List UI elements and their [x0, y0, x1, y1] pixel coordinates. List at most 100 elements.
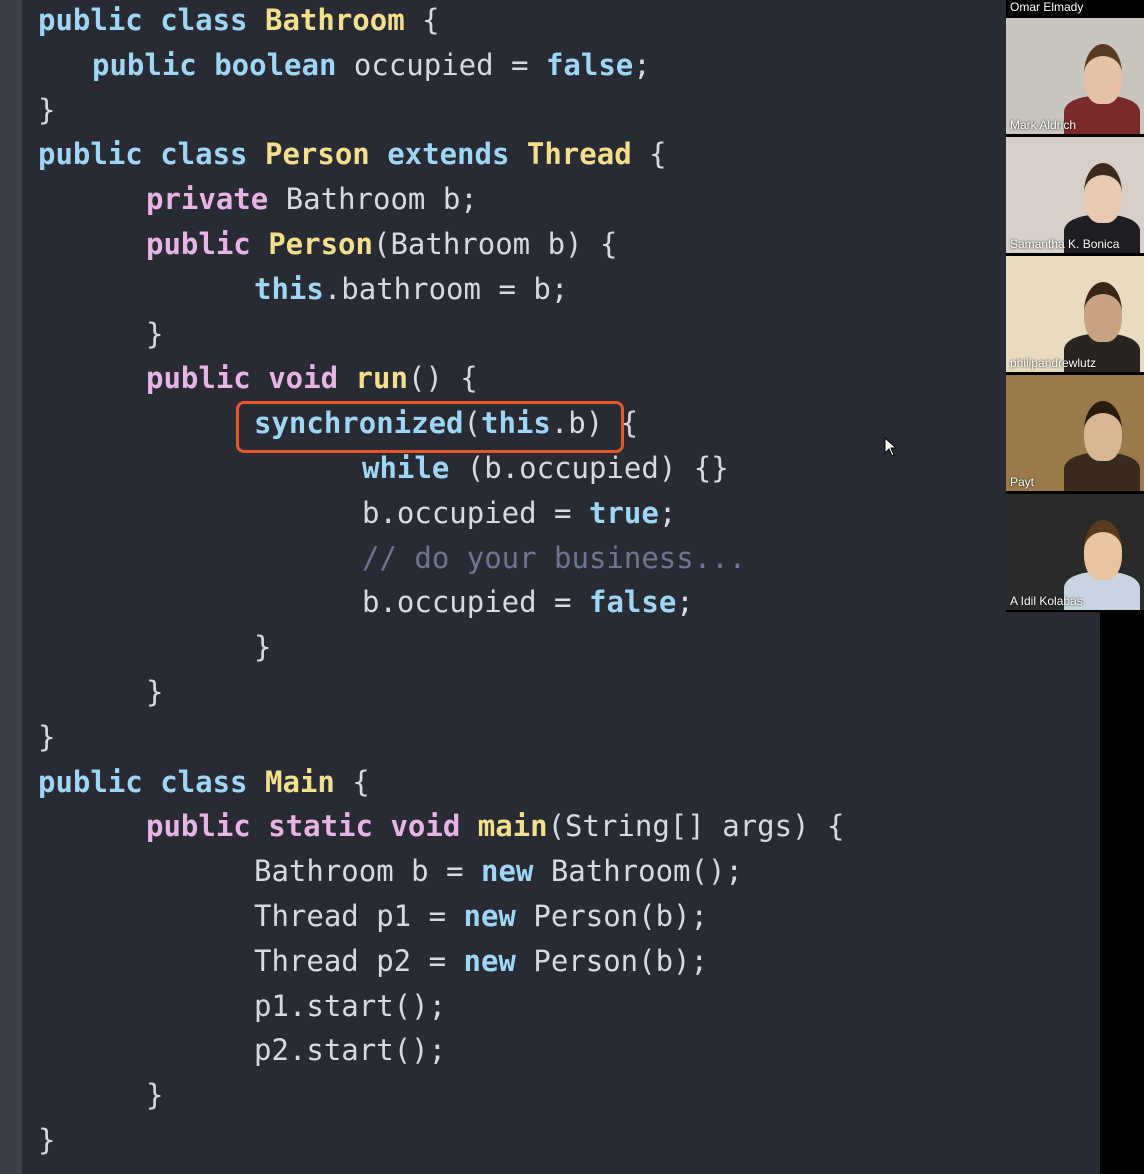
code-line: b.occupied = false;	[362, 582, 694, 622]
code-token: false	[545, 47, 634, 82]
code-token: new	[463, 899, 534, 933]
code-token: public	[146, 227, 269, 261]
participant-name-top: Omar Elmady	[1010, 0, 1084, 14]
code-line: }	[38, 1120, 55, 1160]
code-token: () {	[407, 361, 478, 396]
code-line: public class Person extends Thread {	[38, 134, 667, 174]
code-token: public	[38, 137, 161, 172]
code-token: b.occupied =	[362, 585, 589, 620]
code-token: Bathroom	[264, 3, 405, 37]
code-token: boolean	[214, 47, 354, 82]
code-token: Person	[268, 227, 373, 261]
code-token: void	[268, 361, 356, 396]
code-token: ;	[676, 585, 694, 620]
participant-name-label: Mark Aldrich	[1010, 118, 1077, 132]
code-line: public Person(Bathroom b) {	[146, 224, 617, 264]
code-token: run	[355, 361, 408, 396]
code-token: ;	[658, 495, 677, 530]
code-token: public	[146, 809, 269, 844]
code-token: this	[254, 271, 324, 306]
code-token: while	[362, 451, 467, 485]
code-token: public	[38, 764, 161, 799]
code-token: Thread	[526, 137, 632, 172]
participant-name-label: A Idil Kolabas	[1010, 594, 1083, 608]
code-token: new	[480, 854, 551, 889]
code-line: Bathroom b = new Bathroom();	[254, 851, 743, 891]
participant-video-tile[interactable]: Mark Aldrich	[1006, 18, 1144, 134]
code-token: }	[38, 92, 56, 127]
code-line: b.occupied = true;	[362, 493, 676, 533]
code-token: (Bathroom b) {	[372, 227, 618, 261]
participant-name-label: Payt	[1010, 475, 1035, 489]
code-line: public static void main(String[] args) {	[146, 806, 844, 846]
code-line: while (b.occupied) {}	[362, 448, 729, 488]
code-line: public boolean occupied = false;	[92, 45, 651, 85]
code-line: }	[146, 672, 163, 712]
code-token: Main	[264, 764, 335, 799]
code-token: (b.occupied) {}	[466, 451, 729, 485]
code-token: class	[160, 137, 265, 172]
code-token: occupied =	[353, 47, 546, 82]
code-token: ;	[633, 47, 651, 82]
code-token: public	[92, 47, 215, 82]
code-token: b.occupied =	[362, 495, 589, 530]
participant-video-face	[1084, 520, 1122, 580]
code-token: }	[146, 316, 164, 351]
code-token: class	[160, 764, 265, 799]
code-token: (String[] args) {	[547, 809, 845, 844]
participant-video-tile[interactable]: Payt	[1006, 375, 1144, 491]
code-token: p2.start();	[254, 1033, 447, 1068]
code-line: }	[146, 314, 163, 354]
code-token: void	[390, 809, 478, 844]
code-token: static	[268, 809, 391, 844]
code-token: public	[146, 361, 269, 396]
code-line: // do your business...	[362, 538, 746, 578]
code-token: .bathroom = b;	[323, 271, 569, 306]
code-token: {	[334, 764, 370, 799]
code-token: {	[631, 137, 667, 172]
code-line: Thread p1 = new Person(b);	[254, 896, 708, 936]
code-token: Thread p1 =	[254, 899, 464, 933]
code-line: this.bathroom = b;	[254, 269, 568, 309]
left-window-edge	[0, 0, 22, 1174]
code-token: // do your business...	[362, 540, 747, 575]
participant-video-tile[interactable]: philipandrewlutz	[1006, 256, 1144, 372]
code-line: }	[254, 627, 271, 667]
code-token: extends	[387, 137, 527, 172]
code-token: Bathroom();	[550, 854, 743, 889]
code-token: }	[38, 719, 56, 754]
code-token: true	[588, 495, 659, 530]
code-line: p1.start();	[254, 986, 446, 1026]
code-line: }	[38, 90, 55, 130]
code-token: Person(b);	[533, 943, 708, 978]
participant-video-face	[1084, 163, 1122, 223]
code-token: private	[146, 182, 286, 217]
code-token: main	[477, 809, 548, 844]
code-line: Thread p2 = new Person(b);	[254, 941, 708, 981]
code-token: false	[588, 585, 677, 620]
code-token: Person	[264, 137, 388, 172]
participant-video-face	[1084, 44, 1122, 104]
code-token: }	[254, 630, 272, 665]
code-line: private Bathroom b;	[146, 179, 478, 219]
participant-name-label: Samantha K. Bonica	[1010, 237, 1120, 251]
code-token: }	[146, 1078, 164, 1113]
participant-video-tile[interactable]: A Idil Kolabas	[1006, 494, 1144, 610]
code-line: public void run() {	[146, 358, 478, 398]
code-token: class	[160, 3, 265, 37]
mouse-cursor-icon	[884, 437, 898, 457]
code-token: Thread p2 =	[254, 943, 464, 978]
code-token: new	[463, 943, 534, 978]
code-line: public class Main {	[38, 762, 370, 802]
code-token: p1.start();	[254, 988, 447, 1023]
code-token: public	[38, 3, 161, 37]
participant-video-tile[interactable]: Samantha K. Bonica	[1006, 137, 1144, 253]
participant-video-face	[1084, 401, 1122, 461]
code-token: }	[146, 675, 164, 709]
synchronized-highlight-box	[236, 401, 624, 453]
code-token: {	[404, 3, 440, 37]
code-line: }	[38, 717, 55, 757]
code-token: }	[38, 1123, 56, 1157]
participant-video-face	[1084, 282, 1122, 342]
participant-name-label: philipandrewlutz	[1010, 356, 1097, 370]
